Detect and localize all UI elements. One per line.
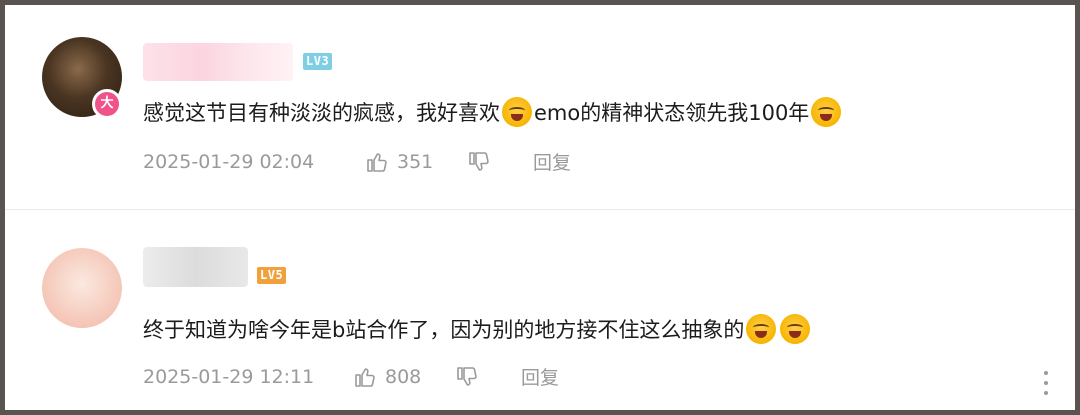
comment-meta: 2025-01-29 02:04 351 回复: [143, 148, 571, 175]
level-badge: LV5: [257, 267, 287, 284]
thumbs-down-icon[interactable]: [467, 150, 491, 174]
crying-laughing-emoji-icon: [502, 97, 532, 127]
more-options-icon[interactable]: [1043, 371, 1049, 395]
comment-text-part: 终于知道为啥今年是b站合作了，因为别的地方接不住这么抽象的: [143, 318, 745, 342]
divider: [5, 209, 1075, 210]
comment-time: 2025-01-29 02:04: [143, 150, 315, 173]
comment-item: 大 LV3 感觉这节目有种淡淡的疯感，我好喜欢 emo的精神状态领先我100年 …: [5, 5, 1075, 210]
crying-laughing-emoji-icon: [811, 97, 842, 127]
username-redacted[interactable]: [143, 247, 248, 287]
comment-text-part: 感觉这节目有种淡淡的疯感，我好喜欢: [143, 101, 500, 125]
thumbs-up-icon[interactable]: [353, 365, 377, 389]
comment-text: 终于知道为啥今年是b站合作了，因为别的地方接不住这么抽象的: [143, 314, 812, 344]
comment-text: 感觉这节目有种淡淡的疯感，我好喜欢 emo的精神状态领先我100年: [143, 97, 843, 127]
level-badge: LV3: [303, 53, 333, 70]
comment-list: 大 LV3 感觉这节目有种淡淡的疯感，我好喜欢 emo的精神状态领先我100年 …: [5, 5, 1075, 410]
reply-button[interactable]: 回复: [521, 363, 559, 390]
username-redacted[interactable]: [143, 43, 293, 81]
crying-laughing-emoji-icon: [746, 314, 777, 344]
reply-button[interactable]: 回复: [533, 148, 571, 175]
like-count: 351: [397, 150, 434, 173]
thumbs-up-icon[interactable]: [365, 150, 389, 174]
avatar-badge: 大: [92, 89, 122, 119]
comment-time: 2025-01-29 12:11: [143, 365, 315, 388]
comment-text-part: emo的精神状态领先我100年: [534, 101, 810, 125]
avatar[interactable]: [42, 248, 122, 328]
thumbs-down-icon[interactable]: [455, 365, 479, 389]
like-count: 808: [385, 365, 422, 388]
comment-meta: 2025-01-29 12:11 808 回复: [143, 363, 559, 390]
crying-laughing-emoji-icon: [780, 314, 811, 344]
comment-item: LV5 终于知道为啥今年是b站合作了，因为别的地方接不住这么抽象的 2025-0…: [5, 213, 1075, 410]
